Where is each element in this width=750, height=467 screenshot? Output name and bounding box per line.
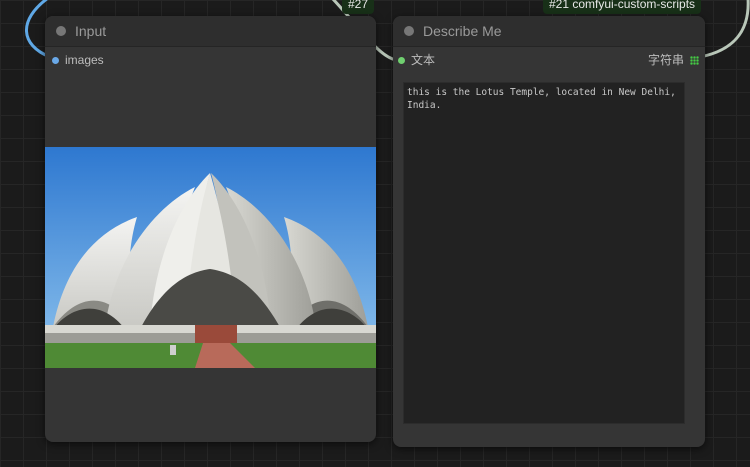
string-output-label: 字符串 — [647, 53, 684, 67]
collapse-dot-icon[interactable] — [404, 26, 414, 36]
node-id-badge-21: #21 comfyui-custom-scripts — [543, 0, 702, 14]
describe-node-header[interactable]: Describe Me — [393, 16, 705, 47]
describe-node-title: Describe Me — [423, 23, 502, 39]
text-wire-out — [699, 0, 750, 59]
string-output-slot[interactable]: 字符串 — [648, 52, 684, 68]
input-node[interactable]: Input images — [45, 16, 376, 442]
node-id-badge-27: #27 — [342, 0, 375, 14]
lotus-temple-image — [45, 147, 376, 368]
images-slot-label: images — [65, 53, 104, 67]
input-node-title: Input — [75, 23, 107, 39]
text-input-slot[interactable]: 文本 — [398, 52, 435, 68]
collapse-dot-icon[interactable] — [56, 26, 66, 36]
describe-me-node[interactable]: Describe Me 文本 字符串 this is the Lotus Tem… — [393, 16, 705, 447]
text-slot-label: 文本 — [411, 53, 436, 67]
input-node-header[interactable]: Input — [45, 16, 376, 47]
images-output-slot[interactable]: images — [52, 52, 104, 68]
text-slot-dot-icon[interactable] — [398, 57, 405, 64]
text-value-area[interactable]: this is the Lotus Temple, located in New… — [403, 82, 685, 424]
output-grip-icon[interactable] — [690, 56, 699, 65]
images-slot-dot-icon[interactable] — [52, 57, 59, 64]
